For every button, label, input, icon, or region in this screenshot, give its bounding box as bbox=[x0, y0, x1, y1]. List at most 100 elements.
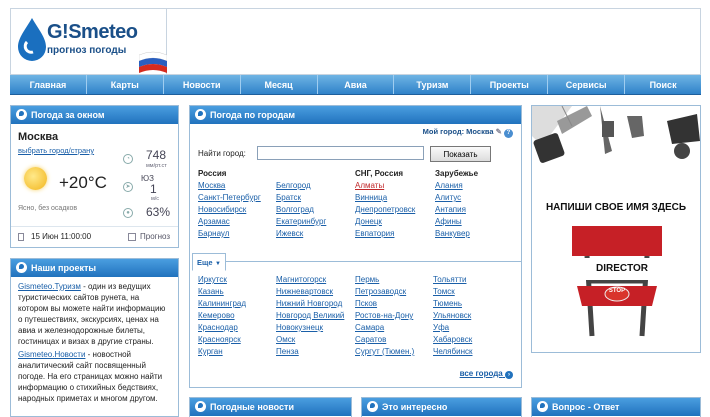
more-column-3: Пермь Петрозаводск Псков Ростов-на-Дону … bbox=[355, 274, 435, 358]
projects-title: Наши проекты bbox=[31, 263, 97, 273]
city-link[interactable]: Антапия bbox=[435, 204, 515, 216]
city-link[interactable]: Винница bbox=[355, 192, 435, 204]
city-link[interactable]: Алания bbox=[435, 180, 515, 192]
nav-item-news[interactable]: Новости bbox=[164, 75, 241, 94]
city-link[interactable]: Казань bbox=[198, 286, 276, 298]
wind-icon: ➤ bbox=[123, 182, 133, 192]
russia-heading: Россия bbox=[198, 169, 227, 178]
forecast-icon bbox=[128, 233, 136, 241]
city-link[interactable]: Братск bbox=[276, 192, 351, 204]
nav-item-projects[interactable]: Проекты bbox=[471, 75, 549, 94]
cities-panel: Погода по городам Мой город: Москва ✎ ? … bbox=[189, 105, 522, 388]
city-link[interactable]: Уфа bbox=[433, 322, 513, 334]
city-link[interactable]: Магнитогорск bbox=[276, 274, 356, 286]
my-city[interactable]: Мой город: Москва ✎ ? bbox=[423, 127, 513, 138]
logo-drop-icon bbox=[16, 262, 27, 273]
weather-date: 15 Июн 11:00:00 bbox=[31, 232, 92, 241]
city-link[interactable]: Пенза bbox=[276, 346, 356, 358]
city-link[interactable]: Новокузнецк bbox=[276, 322, 356, 334]
pressure-unit: мм/рт.ст bbox=[146, 163, 167, 169]
nav-item-month[interactable]: Месяц bbox=[241, 75, 318, 94]
city-link[interactable]: Алитус bbox=[435, 192, 515, 204]
more-column-4: Тольятти Томск Тюмень Ульяновск Уфа Хаба… bbox=[433, 274, 513, 358]
city-link[interactable]: Иркутск bbox=[198, 274, 276, 286]
logo[interactable]: G!Smeteo прогноз погоды bbox=[10, 8, 167, 75]
city-link[interactable]: Ульяновск bbox=[433, 310, 513, 322]
weather-news-panel: Погодные новости bbox=[189, 397, 352, 417]
more-tab[interactable]: Еще ▼ bbox=[192, 253, 226, 271]
russia-column: Россия Москва Санкт-Петербург Новосибирс… bbox=[198, 168, 278, 240]
city-link[interactable]: Сургут (Тюмен.) bbox=[355, 346, 435, 358]
city-link[interactable]: Москва bbox=[198, 180, 278, 192]
logo-drop-icon bbox=[195, 401, 206, 412]
pressure-value: 748 bbox=[146, 148, 167, 162]
weather-news-header[interactable]: Погодные новости bbox=[190, 398, 351, 416]
projects-panel: Наши проекты Gismeteo.Туризм - один из в… bbox=[10, 258, 179, 417]
qa-header[interactable]: Вопрос - Ответ bbox=[532, 398, 700, 416]
city-link[interactable]: Томск bbox=[433, 286, 513, 298]
logo-drop-icon bbox=[195, 109, 206, 120]
nav-item-search[interactable]: Поиск bbox=[625, 75, 701, 94]
city-link[interactable]: Кемерово bbox=[198, 310, 276, 322]
city-link[interactable]: Нижневартовск bbox=[276, 286, 356, 298]
city-link[interactable]: Пермь bbox=[355, 274, 435, 286]
city-link[interactable]: Тюмень bbox=[433, 298, 513, 310]
city-link[interactable]: Ванкувер bbox=[435, 228, 515, 240]
interesting-header[interactable]: Это интересно bbox=[362, 398, 521, 416]
city-link[interactable]: Ростов-на-Дону bbox=[355, 310, 435, 322]
forecast-link[interactable]: Прогноз bbox=[140, 232, 170, 241]
city-link[interactable]: Псков bbox=[355, 298, 435, 310]
nav-item-maps[interactable]: Карты bbox=[87, 75, 164, 94]
city-link[interactable]: Курган bbox=[198, 346, 276, 358]
humidity-icon: ● bbox=[123, 208, 133, 218]
nav-item-home[interactable]: Главная bbox=[10, 75, 87, 94]
city-link[interactable]: Челябинск bbox=[433, 346, 513, 358]
director-ad[interactable]: НАПИШИ СВОЕ ИМЯ ЗДЕСЬ DIRECTOR STOP bbox=[531, 105, 701, 353]
logo-subtitle: прогноз погоды bbox=[47, 45, 127, 56]
city-link[interactable]: Хабаровск bbox=[433, 334, 513, 346]
city-link[interactable]: Омск bbox=[276, 334, 356, 346]
city-link[interactable]: Афины bbox=[435, 216, 515, 228]
city-link[interactable]: Алматы bbox=[355, 180, 435, 192]
city-link[interactable]: Калининград bbox=[198, 298, 276, 310]
city-link[interactable]: Евпатория bbox=[355, 228, 435, 240]
city-link[interactable]: Арзамас bbox=[198, 216, 278, 228]
city-link[interactable]: Нижний Новгород bbox=[276, 298, 356, 310]
cities-title: Погода по городам bbox=[210, 110, 296, 120]
city-link[interactable]: Днепропетровск bbox=[355, 204, 435, 216]
wind-speed: 1 bbox=[150, 182, 157, 196]
wrench-icon[interactable]: ✎ bbox=[496, 127, 502, 136]
city-link[interactable]: Барнаул bbox=[198, 228, 278, 240]
city-link[interactable]: Волгоград bbox=[276, 204, 351, 216]
project-news-link[interactable]: Gismeteo.Новости bbox=[18, 350, 85, 359]
city-link[interactable]: Санкт-Петербург bbox=[198, 192, 278, 204]
city-link[interactable]: Донецк bbox=[355, 216, 435, 228]
show-button[interactable]: Показать bbox=[430, 146, 491, 162]
project-tourism-text: - один из ведущих туристических сайтов р… bbox=[18, 282, 166, 346]
nav-item-tourism[interactable]: Туризм bbox=[394, 75, 472, 94]
nav-item-services[interactable]: Сервисы bbox=[548, 75, 626, 94]
city-link[interactable]: Саратов bbox=[355, 334, 435, 346]
ad-headline: НАПИШИ СВОЕ ИМЯ ЗДЕСЬ bbox=[545, 202, 687, 213]
change-city-link[interactable]: выбрать город/страну bbox=[18, 146, 94, 155]
city-link[interactable]: Петрозаводск bbox=[355, 286, 435, 298]
city-link[interactable]: Ижевск bbox=[276, 228, 351, 240]
all-cities-link[interactable]: все города › bbox=[460, 369, 513, 379]
city-link[interactable]: Самара bbox=[355, 322, 435, 334]
city-link[interactable]: Красноярск bbox=[198, 334, 276, 346]
city-link[interactable]: Екатеринбург bbox=[276, 216, 351, 228]
ad-director-label: DIRECTOR bbox=[582, 258, 662, 280]
help-icon[interactable]: ? bbox=[504, 129, 513, 138]
city-link[interactable]: Тольятти bbox=[433, 274, 513, 286]
city-link[interactable]: Новосибирск bbox=[198, 204, 278, 216]
city-link[interactable]: Белгород bbox=[276, 180, 351, 192]
film-set-illustration bbox=[532, 106, 700, 337]
my-city-label: Мой город: Москва bbox=[422, 127, 494, 136]
city-link[interactable]: Краснодар bbox=[198, 322, 276, 334]
nav-item-avia[interactable]: Авиа bbox=[318, 75, 395, 94]
project-tourism-link[interactable]: Gismeteo.Туризм bbox=[18, 282, 81, 291]
find-city-input[interactable] bbox=[257, 146, 424, 160]
more-column-2: Магнитогорск Нижневартовск Нижний Новгор… bbox=[276, 274, 356, 358]
weather-now-panel: Погода за окном Москва выбрать город/стр… bbox=[10, 105, 179, 248]
city-link[interactable]: Новгород Великий bbox=[276, 310, 356, 322]
